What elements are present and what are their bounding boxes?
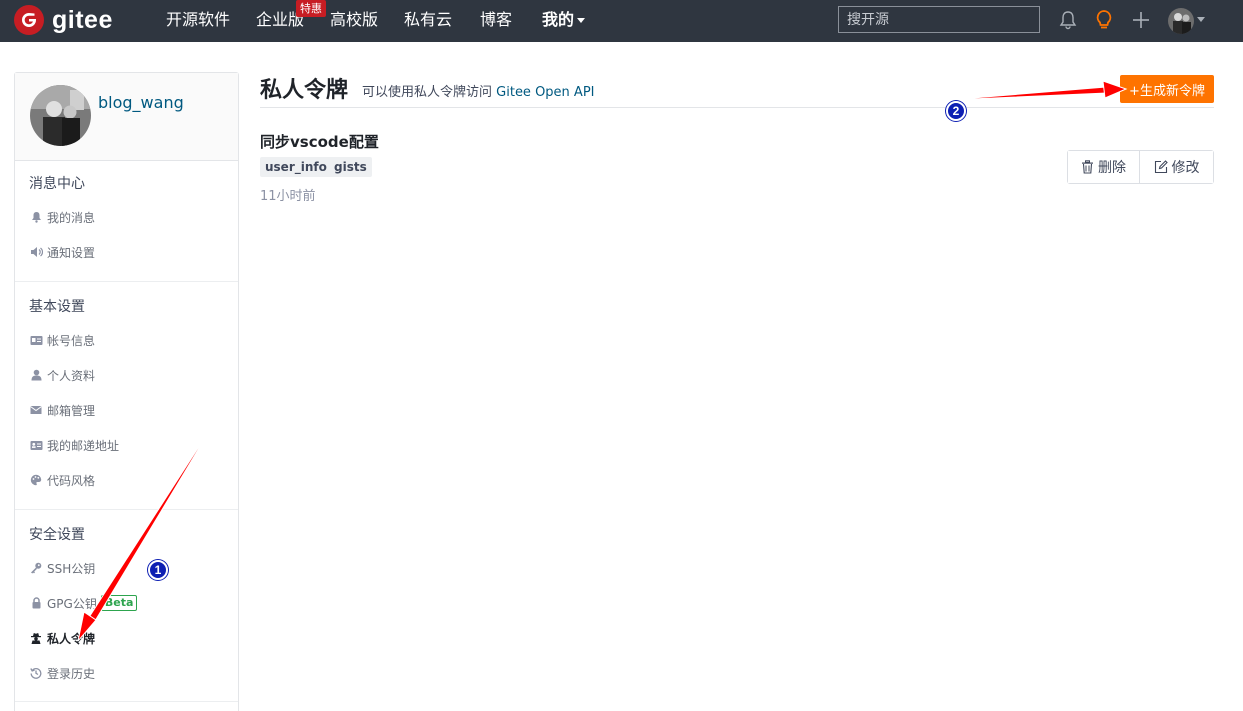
sidebar-item-label: 通知设置 [47,245,96,260]
sidebar-item-label: 我的邮递地址 [47,438,120,453]
sidebar-item-profile[interactable]: 个人资料 [29,365,95,385]
delete-token-button[interactable]: 删除 [1068,151,1140,183]
user-avatar[interactable] [1168,8,1194,34]
delete-label: 删除 [1098,160,1126,176]
sidebar-item-my-messages[interactable]: 我的消息 [29,207,95,227]
bell-icon[interactable] [1057,8,1079,32]
sidebar-item-email-management[interactable]: 邮箱管理 [29,400,95,420]
sidebar-item-login-history[interactable]: 登录历史 [29,663,95,683]
nav-mine[interactable]: 我的 [542,0,586,42]
promo-badge: 特惠 [296,0,326,17]
palette-icon [29,473,43,487]
plus-icon[interactable] [1130,8,1152,32]
sidebar-item-gpg-keys[interactable]: GPG公钥 Beta [29,593,138,613]
sidebar-item-label: SSH公钥 [47,561,96,576]
bell-icon [29,210,43,224]
arrow-2-to-new-token-button [947,80,1128,101]
lightbulb-icon[interactable] [1093,8,1115,32]
top-navbar: gitee 开源软件 企业版 特惠 高校版 私有云 博客 我的 [0,0,1243,42]
address-card-icon [29,438,43,452]
profile-avatar[interactable] [30,85,91,146]
chevron-down-icon [577,18,586,23]
envelope-icon [29,403,43,417]
sidebar-item-label: 我的消息 [47,210,96,225]
user-icon [29,368,43,382]
nav-mine-label: 我的 [542,10,575,29]
group-title-message-center: 消息中心 [29,176,85,192]
speaker-icon [29,245,43,259]
logo-text: gitee [52,5,113,34]
generate-new-token-button[interactable]: +生成新令牌 [1120,75,1214,103]
sidebar-divider [15,281,238,282]
sidebar-divider [15,509,238,510]
nav-blog[interactable]: 博客 [480,0,512,42]
nav-university[interactable]: 高校版 [330,0,378,42]
open-api-link[interactable]: Gitee Open API [496,85,594,100]
page-description-text: 可以使用私人令牌访问 [362,85,493,100]
sidebar-item-code-style[interactable]: 代码风格 [29,470,95,490]
sidebar-item-ssh-keys[interactable]: SSH公钥 [29,558,95,578]
token-created-time: 11小时前 [260,189,316,204]
sidebar-item-account-info[interactable]: 帐号信息 [29,330,95,350]
sidebar-item-label: 登录历史 [47,666,96,681]
annotation-marker-2: 2 [946,101,966,121]
group-title-security-settings: 安全设置 [29,527,85,543]
key-icon [29,561,43,575]
lock-icon [29,596,43,610]
settings-sidebar: blog_wang 消息中心 我的消息 通知设置 基本设置 帐号信息 个人资料 … [14,72,239,711]
edit-token-button[interactable]: 修改 [1140,151,1213,183]
token-name: 同步vscode配置 [260,133,379,151]
user-secret-icon [29,631,43,645]
profile-card: blog_wang [15,73,238,161]
edit-label: 修改 [1171,160,1200,176]
sidebar-item-personal-tokens[interactable]: 私人令牌 [29,628,95,648]
nav-open-source[interactable]: 开源软件 [166,0,230,42]
page-description: 可以使用私人令牌访问 Gitee Open API [362,81,595,100]
scope-tag-gists: gists [329,157,372,177]
avatar-chevron-down-icon[interactable] [1197,17,1205,22]
sidebar-item-notification-settings[interactable]: 通知设置 [29,242,95,262]
sidebar-divider [15,701,238,702]
sidebar-item-label: 私人令牌 [47,631,96,646]
sidebar-item-label: GPG公钥 [47,596,97,611]
sidebar-item-label: 代码风格 [47,473,96,488]
search-input[interactable] [838,6,1040,33]
page-title: 私人令牌 [260,78,349,103]
gitee-logo[interactable]: gitee [14,4,113,36]
annotation-marker-1: 1 [148,560,168,580]
history-icon [29,666,43,680]
beta-badge: Beta [100,595,138,611]
title-divider [260,107,1214,108]
sidebar-item-label: 帐号信息 [47,333,96,348]
trash-icon [1082,160,1093,174]
id-card-icon [29,333,43,347]
sidebar-item-label: 邮箱管理 [47,403,96,418]
profile-username[interactable]: blog_wang [98,93,184,112]
sidebar-item-label: 个人资料 [47,368,96,383]
edit-icon [1154,160,1168,174]
group-title-basic-settings: 基本设置 [29,299,85,315]
token-action-buttons: 删除 修改 [1067,150,1214,184]
gitee-logo-icon [14,5,44,35]
nav-private-cloud[interactable]: 私有云 [404,0,452,42]
sidebar-item-mailing-address[interactable]: 我的邮递地址 [29,435,119,455]
scope-tag-user-info: user_info [260,157,332,177]
